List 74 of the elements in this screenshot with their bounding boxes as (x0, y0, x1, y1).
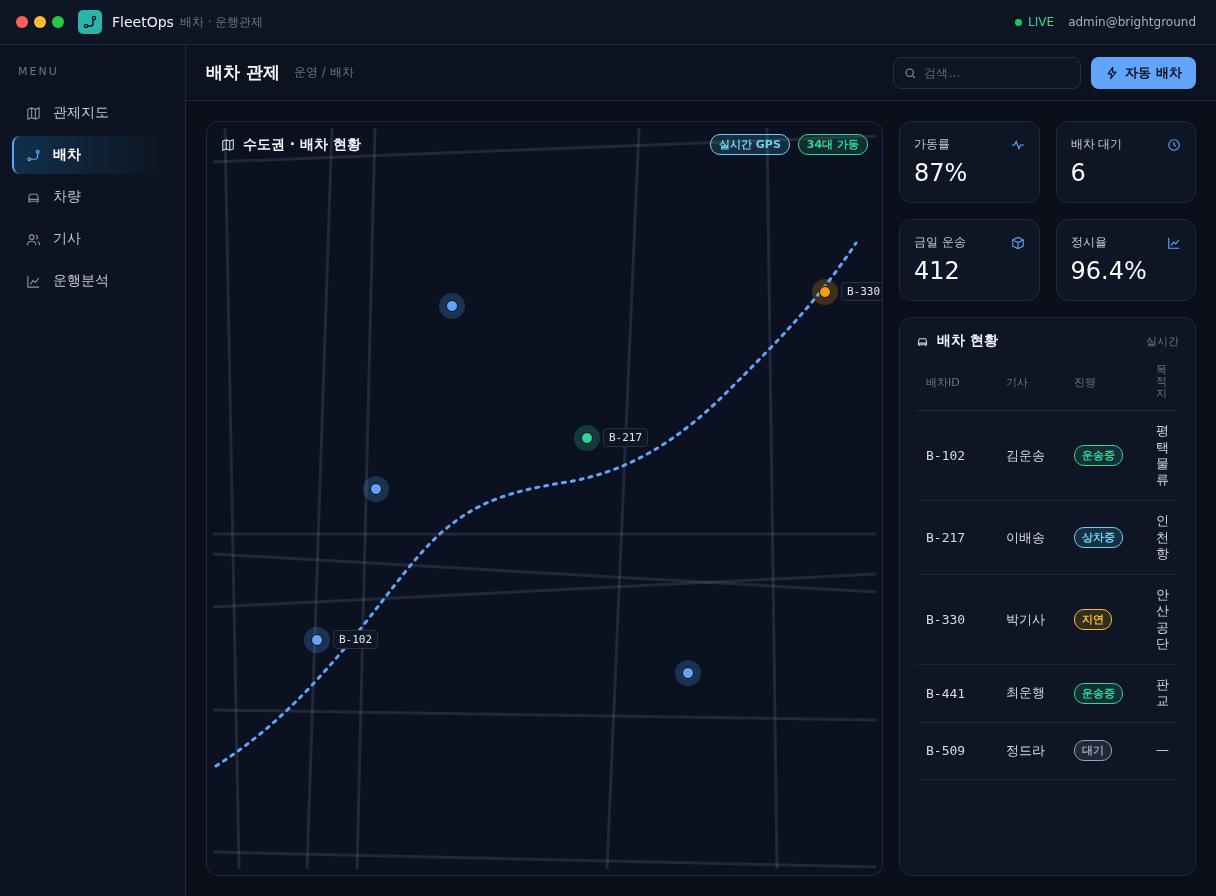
status-badge: 운송중 (1074, 445, 1123, 467)
cube-icon (1010, 235, 1025, 250)
marker-label: B-102 (333, 630, 379, 649)
user-account[interactable]: admin@brightground (1068, 15, 1196, 29)
table-cell: 최운행 (996, 665, 1064, 723)
stat-label: 배차 대기 (1070, 136, 1123, 153)
table-cell: 박기사 (996, 575, 1064, 666)
breadcrumb: 운영 / 배차 (293, 64, 354, 81)
status-badge: 지연 (1074, 609, 1112, 631)
sidebar-item[interactable]: 관제지도 (12, 94, 173, 132)
table-cell: — (1156, 742, 1169, 759)
auto-dispatch-button[interactable]: 자동 배차 (1091, 56, 1196, 89)
vehicle-marker[interactable] (682, 667, 694, 679)
line-chart-icon (1167, 235, 1181, 250)
stat-label: 정시율 (1070, 234, 1107, 251)
table-cell: 판교 (1156, 677, 1169, 710)
route-icon (26, 147, 41, 163)
stat-label: 금일 운송 (914, 234, 966, 251)
panel-title: 배차 현황 (937, 332, 998, 350)
stat-value: 412 (914, 257, 961, 285)
stat-label: 가동률 (914, 136, 950, 153)
table-cell: 정드라 (996, 722, 1064, 780)
map-icon (26, 105, 41, 121)
search-icon (904, 66, 918, 80)
people-icon (26, 231, 41, 247)
sidebar-item[interactable]: 기사 (12, 220, 173, 258)
sidebar-item[interactable]: 차량 (12, 178, 173, 216)
map-icon (221, 137, 235, 152)
status-badge: 대기 (1074, 740, 1112, 762)
vehicle-marker[interactable] (819, 285, 831, 298)
column-header: 기사 (996, 354, 1064, 412)
table-cell: B-217 (916, 501, 996, 576)
map-title: 수도권 · 배차 현황 (243, 135, 361, 154)
page-title: 배차 관제 (206, 61, 280, 84)
search-field[interactable]: 검색… (893, 56, 1082, 89)
panel-note: 실시간 (1146, 333, 1179, 349)
status-badge: 상차중 (1074, 527, 1123, 549)
status-badge: 34대 가동 (797, 134, 868, 155)
table-cell: 인천항 (1156, 513, 1169, 563)
stat-value: 6 (1070, 159, 1087, 187)
sidebar-heading: MENU (17, 65, 60, 80)
table-cell: B-330 (916, 575, 996, 666)
table-cell: B-441 (916, 665, 996, 723)
table-cell: B-509 (916, 722, 996, 780)
zoom-button[interactable] (52, 16, 64, 28)
clock-icon (1167, 137, 1181, 152)
app-subtitle: 배차 · 운행관제 (179, 13, 264, 31)
table-cell: 이배송 (996, 501, 1064, 576)
close-button[interactable] (16, 16, 28, 28)
table-cell: 안산공단 (1156, 587, 1169, 653)
status-badge: 실시간 GPS (710, 134, 790, 155)
live-dot-icon (1015, 18, 1023, 26)
vehicle-marker[interactable] (581, 431, 593, 444)
table-cell: 평택물류 (1156, 423, 1169, 489)
stat-value: 96.4% (1070, 257, 1148, 285)
marker-label: B-217 (603, 428, 649, 447)
column-header: 진행 (1064, 354, 1146, 412)
marker-label: B-330 (841, 282, 882, 301)
column-header: 배차ID (916, 354, 996, 412)
column-header: 목적지 (1146, 354, 1179, 412)
table-cell: 김운송 (996, 411, 1064, 502)
app-name: FleetOps (112, 14, 174, 30)
table-cell: B-102 (916, 411, 996, 502)
route-logo-icon (78, 10, 102, 34)
status-badge: 운송중 (1074, 682, 1123, 704)
stat-value: 87% (914, 159, 969, 187)
minimize-button[interactable] (34, 16, 46, 28)
live-status: LIVE (1028, 15, 1055, 29)
sidebar-item[interactable]: 운행분석 (12, 262, 173, 300)
vehicle-marker[interactable] (311, 633, 323, 646)
line-chart-icon (26, 273, 41, 289)
pulse-icon (1010, 137, 1025, 152)
vehicle-marker[interactable] (446, 300, 458, 312)
vehicle-marker[interactable] (370, 483, 382, 495)
